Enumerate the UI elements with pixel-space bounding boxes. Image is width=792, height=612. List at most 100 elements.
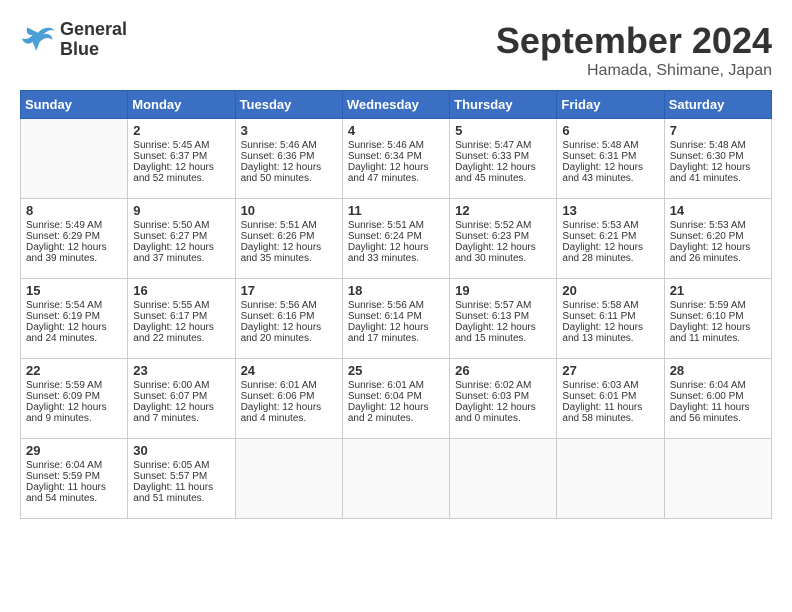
header-sunday: Sunday: [21, 91, 128, 119]
sunrise-text: Sunrise: 5:54 AM: [26, 300, 102, 311]
header-tuesday: Tuesday: [235, 91, 342, 119]
daylight-text: Daylight: 12 hours and 0 minutes.: [455, 402, 536, 424]
day-number: 14: [670, 203, 766, 218]
calendar-cell: [21, 119, 128, 199]
sunrise-text: Sunrise: 5:53 AM: [670, 220, 746, 231]
calendar-cell: 7 Sunrise: 5:48 AMSunset: 6:30 PMDaylight…: [664, 119, 771, 199]
calendar-cell: 14 Sunrise: 5:53 AMSunset: 6:20 PMDayligh…: [664, 199, 771, 279]
sunrise-text: Sunrise: 5:57 AM: [455, 300, 531, 311]
sunrise-text: Sunrise: 5:56 AM: [241, 300, 317, 311]
day-number: 21: [670, 283, 766, 298]
calendar-cell: 22Sunrise: 5:59 AMSunset: 6:09 PMDayligh…: [21, 359, 128, 439]
day-number: 18: [348, 283, 444, 298]
calendar-cell: 16Sunrise: 5:55 AMSunset: 6:17 PMDayligh…: [128, 279, 235, 359]
daylight-text: Daylight: 11 hours and 58 minutes.: [562, 402, 642, 424]
calendar-cell: [235, 439, 342, 519]
daylight-text: Daylight: 12 hours and 28 minutes.: [562, 242, 643, 264]
sunrise-text: Sunrise: 5:59 AM: [26, 380, 102, 391]
sunrise-text: Sunrise: 5:46 AM: [241, 140, 317, 151]
sunset-text: Sunset: 6:34 PM: [348, 151, 422, 162]
header-row: SundayMondayTuesdayWednesdayThursdayFrid…: [21, 91, 772, 119]
day-number: 13: [562, 203, 658, 218]
day-number: 19: [455, 283, 551, 298]
sunset-text: Sunset: 6:14 PM: [348, 311, 422, 322]
day-number: 17: [241, 283, 337, 298]
week-row-3: 15Sunrise: 5:54 AMSunset: 6:19 PMDayligh…: [21, 279, 772, 359]
sunrise-text: Sunrise: 6:04 AM: [26, 460, 102, 471]
daylight-text: Daylight: 12 hours and 2 minutes.: [348, 402, 429, 424]
day-number: 8: [26, 203, 122, 218]
daylight-text: Daylight: 12 hours and 47 minutes.: [348, 162, 429, 184]
day-number: 25: [348, 363, 444, 378]
calendar-cell: 29Sunrise: 6:04 AMSunset: 5:59 PMDayligh…: [21, 439, 128, 519]
sunset-text: Sunset: 6:17 PM: [133, 311, 207, 322]
sunset-text: Sunset: 5:59 PM: [26, 471, 100, 482]
day-number: 7: [670, 123, 766, 138]
week-row-4: 22Sunrise: 5:59 AMSunset: 6:09 PMDayligh…: [21, 359, 772, 439]
sunset-text: Sunset: 6:03 PM: [455, 391, 529, 402]
calendar-cell: 23Sunrise: 6:00 AMSunset: 6:07 PMDayligh…: [128, 359, 235, 439]
day-number: 2: [133, 123, 229, 138]
day-number: 16: [133, 283, 229, 298]
calendar-cell: 25Sunrise: 6:01 AMSunset: 6:04 PMDayligh…: [342, 359, 449, 439]
sunset-text: Sunset: 6:30 PM: [670, 151, 744, 162]
daylight-text: Daylight: 12 hours and 41 minutes.: [670, 162, 751, 184]
day-number: 6: [562, 123, 658, 138]
sunrise-text: Sunrise: 6:05 AM: [133, 460, 209, 471]
calendar-header: SundayMondayTuesdayWednesdayThursdayFrid…: [21, 91, 772, 119]
sunset-text: Sunset: 6:11 PM: [562, 311, 635, 322]
sunrise-text: Sunrise: 5:50 AM: [133, 220, 209, 231]
day-number: 9: [133, 203, 229, 218]
daylight-text: Daylight: 12 hours and 13 minutes.: [562, 322, 643, 344]
daylight-text: Daylight: 12 hours and 9 minutes.: [26, 402, 107, 424]
day-number: 15: [26, 283, 122, 298]
logo: General Blue: [20, 20, 127, 60]
calendar-cell: 8Sunrise: 5:49 AMSunset: 6:29 PMDaylight…: [21, 199, 128, 279]
sunrise-text: Sunrise: 5:48 AM: [562, 140, 638, 151]
daylight-text: Daylight: 12 hours and 26 minutes.: [670, 242, 751, 264]
day-number: 23: [133, 363, 229, 378]
sunrise-text: Sunrise: 5:53 AM: [562, 220, 638, 231]
calendar-cell: 12Sunrise: 5:52 AMSunset: 6:23 PMDayligh…: [450, 199, 557, 279]
sunset-text: Sunset: 6:07 PM: [133, 391, 207, 402]
header-monday: Monday: [128, 91, 235, 119]
sunrise-text: Sunrise: 5:49 AM: [26, 220, 102, 231]
sunset-text: Sunset: 6:27 PM: [133, 231, 207, 242]
day-number: 28: [670, 363, 766, 378]
daylight-text: Daylight: 12 hours and 33 minutes.: [348, 242, 429, 264]
sunset-text: Sunset: 5:57 PM: [133, 471, 207, 482]
calendar-table: SundayMondayTuesdayWednesdayThursdayFrid…: [20, 90, 772, 519]
sunrise-text: Sunrise: 5:48 AM: [670, 140, 746, 151]
sunrise-text: Sunrise: 5:55 AM: [133, 300, 209, 311]
sunset-text: Sunset: 6:01 PM: [562, 391, 636, 402]
sunset-text: Sunset: 6:37 PM: [133, 151, 207, 162]
daylight-text: Daylight: 12 hours and 30 minutes.: [455, 242, 536, 264]
day-number: 3: [241, 123, 337, 138]
sunrise-text: Sunrise: 5:56 AM: [348, 300, 424, 311]
daylight-text: Daylight: 12 hours and 17 minutes.: [348, 322, 429, 344]
day-number: 4: [348, 123, 444, 138]
sunset-text: Sunset: 6:29 PM: [26, 231, 100, 242]
header-friday: Friday: [557, 91, 664, 119]
calendar-cell: 27Sunrise: 6:03 AMSunset: 6:01 PMDayligh…: [557, 359, 664, 439]
sunset-text: Sunset: 6:33 PM: [455, 151, 529, 162]
sunrise-text: Sunrise: 5:51 AM: [241, 220, 317, 231]
calendar-cell: 2Sunrise: 5:45 AMSunset: 6:37 PMDaylight…: [128, 119, 235, 199]
calendar-cell: 17Sunrise: 5:56 AMSunset: 6:16 PMDayligh…: [235, 279, 342, 359]
title-block: September 2024 Hamada, Shimane, Japan: [496, 20, 772, 80]
header-saturday: Saturday: [664, 91, 771, 119]
sunset-text: Sunset: 6:06 PM: [241, 391, 315, 402]
daylight-text: Daylight: 12 hours and 35 minutes.: [241, 242, 322, 264]
calendar-cell: 11Sunrise: 5:51 AMSunset: 6:24 PMDayligh…: [342, 199, 449, 279]
daylight-text: Daylight: 12 hours and 50 minutes.: [241, 162, 322, 184]
sunset-text: Sunset: 6:36 PM: [241, 151, 315, 162]
sunset-text: Sunset: 6:20 PM: [670, 231, 744, 242]
sunrise-text: Sunrise: 5:45 AM: [133, 140, 209, 151]
calendar-cell: 20Sunrise: 5:58 AMSunset: 6:11 PMDayligh…: [557, 279, 664, 359]
sunrise-text: Sunrise: 6:04 AM: [670, 380, 746, 391]
calendar-cell: 6Sunrise: 5:48 AMSunset: 6:31 PMDaylight…: [557, 119, 664, 199]
week-row-2: 8 Sunrise: 5:49 AMSunset: 6:29 PM Daylight…: [21, 199, 772, 279]
daylight-text: Daylight: 11 hours and 56 minutes.: [670, 402, 750, 424]
calendar-cell: [557, 439, 664, 519]
calendar-cell: 28Sunrise: 6:04 AMSunset: 6:00 PMDayligh…: [664, 359, 771, 439]
